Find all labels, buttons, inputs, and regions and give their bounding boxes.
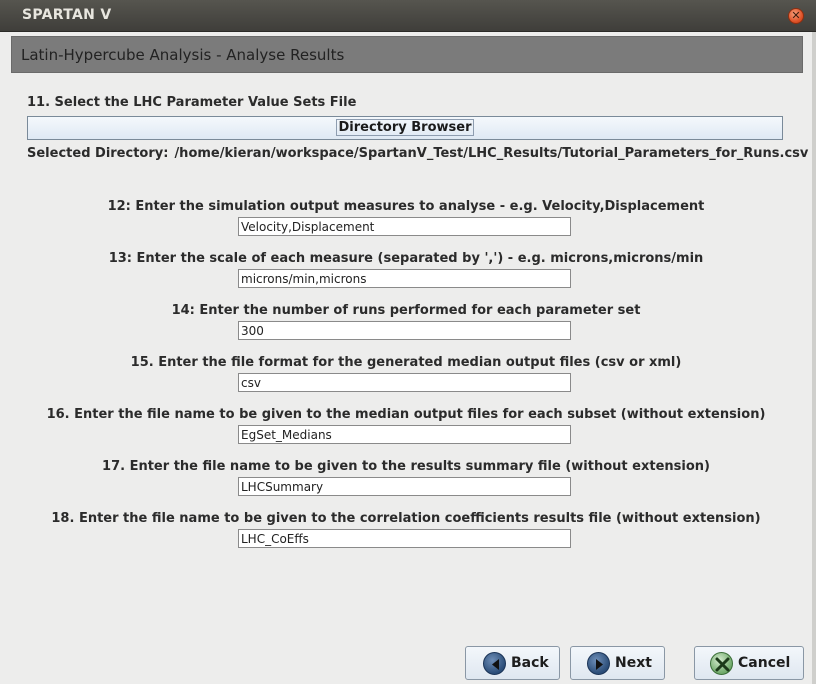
page-header: Latin-Hypercube Analysis - Analyse Resul…	[11, 36, 803, 73]
runs-per-set-input[interactable]	[238, 321, 571, 340]
directory-browser-button[interactable]: Directory Browser	[27, 116, 783, 140]
question-12-label: 12: Enter the simulation output measures…	[107, 199, 705, 214]
arrow-left-icon	[483, 652, 506, 675]
selected-directory-prefix: Selected Directory:	[27, 146, 169, 161]
median-filename-input[interactable]	[238, 425, 571, 444]
question-16-label: 16. Enter the file name to be given to t…	[46, 407, 766, 422]
selected-directory-path: /home/kieran/workspace/SpartanV_Test/LHC…	[174, 146, 809, 161]
title-bar: SPARTAN V ✕	[0, 0, 816, 32]
back-button[interactable]: Back	[465, 646, 560, 680]
question-13-label: 13: Enter the scale of each measure (sep…	[108, 251, 704, 266]
main-panel: Latin-Hypercube Analysis - Analyse Resul…	[0, 32, 812, 684]
question-18-label: 18. Enter the file name to be given to t…	[51, 511, 761, 526]
question-14-label: 14: Enter the number of runs performed f…	[171, 303, 641, 318]
next-label: Next	[615, 655, 652, 671]
output-measures-input[interactable]	[238, 217, 571, 236]
window-edge	[812, 32, 816, 684]
page-title: Latin-Hypercube Analysis - Analyse Resul…	[21, 46, 345, 64]
coefficients-filename-input[interactable]	[238, 529, 571, 548]
arrow-right-icon	[587, 652, 610, 675]
cancel-button[interactable]: Cancel	[694, 646, 804, 680]
directory-browser-label: Directory Browser	[335, 119, 475, 136]
back-label: Back	[511, 655, 549, 671]
close-icon[interactable]: ✕	[788, 8, 804, 24]
file-format-input[interactable]	[238, 373, 571, 392]
step-11-label: 11. Select the LHC Parameter Value Sets …	[27, 95, 357, 110]
question-15-label: 15. Enter the file format for the genera…	[130, 355, 682, 370]
selected-directory: Selected Directory: /home/kieran/workspac…	[27, 146, 808, 161]
cancel-label: Cancel	[738, 655, 791, 671]
next-button[interactable]: Next	[570, 646, 665, 680]
measure-scale-input[interactable]	[238, 269, 571, 288]
x-icon	[710, 652, 733, 675]
app-window: SPARTAN V ✕ Latin-Hypercube Analysis - A…	[0, 0, 816, 684]
question-17-label: 17. Enter the file name to be given to t…	[102, 459, 710, 474]
summary-filename-input[interactable]	[238, 477, 571, 496]
window-title: SPARTAN V	[22, 7, 112, 23]
